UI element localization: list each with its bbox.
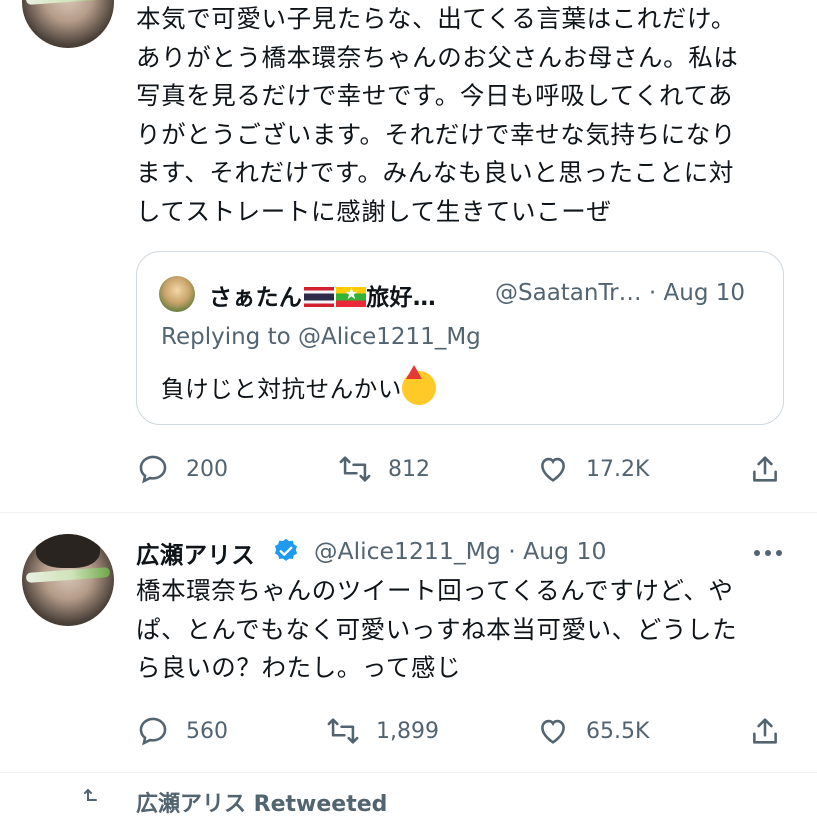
quote-avatar[interactable] <box>159 276 195 312</box>
retweeted-by: 広瀬アリス Retweeted <box>136 792 388 817</box>
quote-author-name[interactable]: さぁたん旅好… <box>209 278 436 312</box>
myanmar-flag-icon <box>336 284 367 307</box>
like-button[interactable]: 17.2K <box>536 452 649 486</box>
avatar[interactable] <box>22 0 114 48</box>
author-handle-date: @Alice1211_Mg · Aug 10 <box>314 537 607 565</box>
retweet-button[interactable]: 1,899 <box>326 714 439 748</box>
reply-icon <box>139 717 167 746</box>
retweet-button[interactable]: 812 <box>338 452 430 486</box>
divider <box>0 512 817 513</box>
replying-to: Replying to @Alice1211_Mg <box>161 324 481 350</box>
thailand-flag-icon <box>304 287 335 307</box>
share-button[interactable] <box>748 452 798 486</box>
heart-icon <box>541 719 565 744</box>
retweet-icon <box>327 718 359 744</box>
reply-button[interactable]: 200 <box>136 452 228 486</box>
retweet-icon <box>84 788 97 801</box>
share-icon <box>753 718 777 744</box>
reply-icon <box>139 455 167 484</box>
more-options-icon[interactable] <box>752 548 784 558</box>
quoted-tweet[interactable]: さぁたん旅好… @SaatanTr… · Aug 10 Replying to … <box>136 251 784 425</box>
tweet-text: 橋本環奈ちゃんのツイート回ってくるんですけど、や ぱ、とんでもなく可愛いっすね本… <box>136 576 738 682</box>
tweet-text: 本気で可愛い子見たらな、出てくる言葉はこれだけ。 ありがとう橋本環奈ちゃんのお父… <box>136 4 739 226</box>
divider <box>0 772 817 773</box>
reply-button[interactable]: 560 <box>136 714 228 748</box>
share-button[interactable] <box>748 714 798 748</box>
party-face-icon <box>402 365 436 405</box>
author-name[interactable]: 広瀬アリス <box>136 536 255 570</box>
heart-icon <box>541 457 565 482</box>
avatar[interactable] <box>22 534 114 626</box>
retweet-icon <box>339 456 371 482</box>
quote-handle-date: @SaatanTr… · Aug 10 <box>495 280 746 306</box>
share-icon <box>753 456 777 482</box>
verified-badge-icon <box>274 538 298 561</box>
quote-text: 負けじと対抗せんかい <box>161 365 436 405</box>
like-button[interactable]: 65.5K <box>536 714 649 748</box>
